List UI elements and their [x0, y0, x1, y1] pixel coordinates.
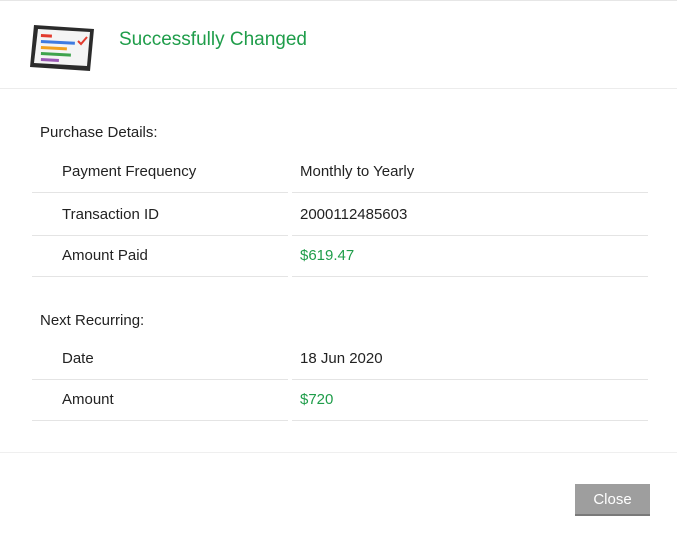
next-recurring-heading: Next Recurring: — [40, 312, 145, 329]
row-label: Date — [62, 350, 94, 367]
row-value: Monthly to Yearly — [300, 163, 415, 180]
dialog-header: Successfully Changed — [0, 1, 677, 89]
row-label: Amount — [62, 391, 114, 408]
tablet-report-icon — [30, 25, 94, 71]
table-row-amount-paid: Amount Paid $619.47 — [32, 235, 648, 277]
table-row-amount: Amount $720 — [32, 379, 648, 421]
recurring-amount-value: $720 — [300, 391, 334, 408]
row-label: Amount Paid — [62, 247, 148, 264]
close-button[interactable]: Close — [575, 484, 650, 516]
row-value: 2000112485603 — [300, 206, 408, 223]
row-label: Transaction ID — [62, 206, 159, 223]
row-label: Payment Frequency — [62, 163, 197, 180]
success-dialog: Successfully Changed Purchase Details: P… — [0, 0, 677, 540]
row-value: 18 Jun 2020 — [300, 350, 383, 367]
table-row-payment-frequency: Payment Frequency Monthly to Yearly — [32, 151, 648, 193]
footer-divider — [0, 452, 677, 453]
purchase-details-heading: Purchase Details: — [40, 124, 158, 141]
table-row-transaction-id: Transaction ID 2000112485603 — [32, 194, 648, 236]
amount-paid-value: $619.47 — [300, 247, 355, 264]
dialog-title: Successfully Changed — [119, 29, 307, 50]
table-row-date: Date 18 Jun 2020 — [32, 338, 648, 380]
